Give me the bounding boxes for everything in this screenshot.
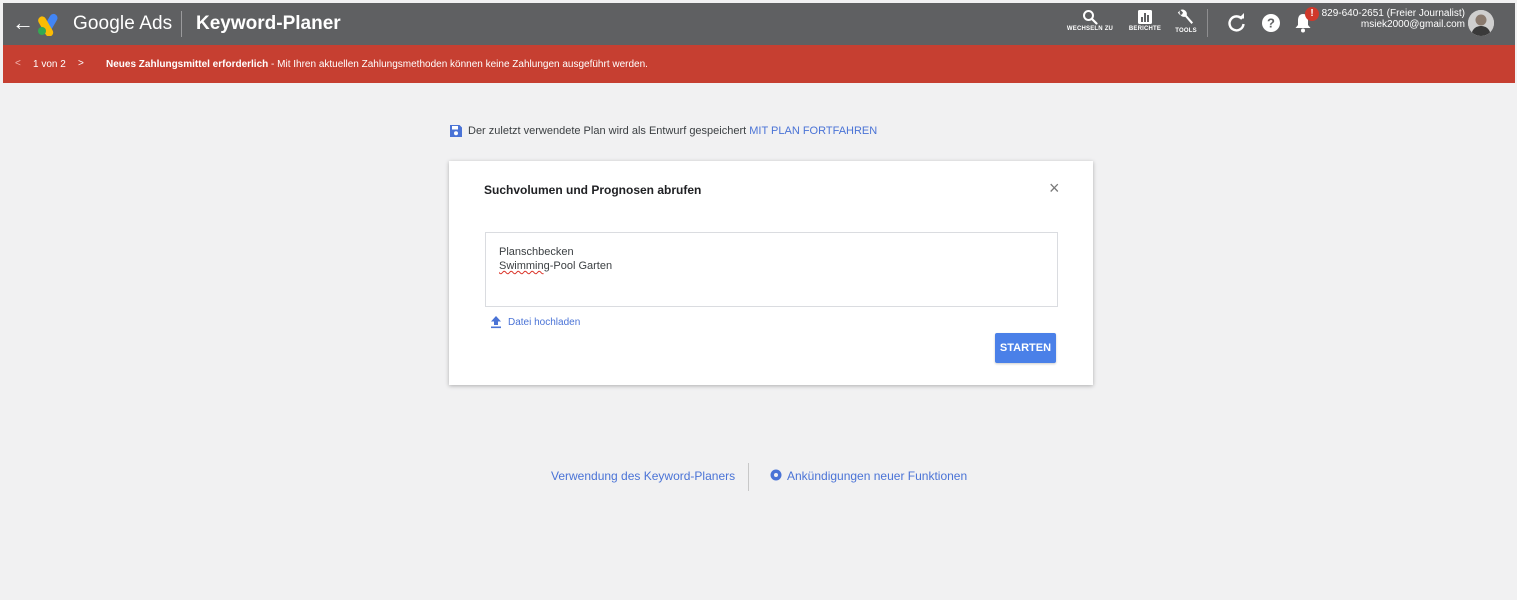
alert-next-button[interactable]: > (78, 58, 84, 69)
account-email: msiek2000@gmail.com (1360, 19, 1465, 30)
alert-title: Neues Zahlungsmittel erforderlich (106, 59, 269, 70)
payment-alert-banner: < 1 von 2 > Neues Zahlungsmittel erforde… (3, 45, 1515, 83)
alert-pager: 1 von 2 (33, 59, 66, 70)
switch-to-label: WECHSELN ZU (1066, 26, 1114, 32)
search-icon (1083, 10, 1098, 25)
divider (181, 11, 182, 37)
draft-notice-text: Der zuletzt verwendete Plan wird als Ent… (468, 125, 747, 137)
avatar-photo (1468, 10, 1494, 36)
bar-chart-icon (1138, 10, 1152, 24)
upload-label: Datei hochladen (508, 317, 581, 328)
divider (748, 463, 749, 491)
keywords-textarea[interactable]: Planschbecken Swimming-Pool Garten (485, 232, 1058, 307)
switch-to-button[interactable]: WECHSELN ZU (1060, 7, 1120, 32)
help-icon[interactable]: ? (1259, 11, 1283, 35)
search-volume-card: Suchvolumen und Prognosen abrufen × Plan… (449, 161, 1093, 385)
alert-text: - Mit Ihren aktuellen Zahlungsmethoden k… (268, 59, 648, 70)
alert-message[interactable]: Neues Zahlungsmittel erforderlich - Mit … (106, 59, 648, 70)
close-icon[interactable]: × (1049, 179, 1060, 197)
keyword-line: Swimming-Pool Garten (499, 260, 612, 272)
keyword-rest: -Pool Garten (549, 260, 613, 272)
continue-plan-link[interactable]: MIT PLAN FORTFAHREN (749, 125, 877, 137)
new-features-label: Ankündigungen neuer Funktionen (787, 469, 968, 483)
page-title: Keyword-Planer (196, 13, 341, 34)
alert-prev-button[interactable]: < (15, 58, 21, 69)
how-to-use-link[interactable]: Verwendung des Keyword-Planers (551, 469, 735, 483)
google-ads-logo (38, 13, 58, 36)
keyword-line: Planschbecken (499, 246, 574, 258)
account-customer-id: 829-640-2651 (Freier Journalist) (1321, 8, 1465, 19)
misspelled-word: Swimming (499, 260, 550, 272)
gear-icon (770, 469, 782, 481)
card-title: Suchvolumen und Prognosen abrufen (484, 183, 702, 197)
save-icon (450, 125, 462, 137)
start-button[interactable]: STARTEN (995, 333, 1056, 363)
avatar[interactable] (1468, 10, 1494, 36)
new-features-link[interactable]: Ankündigungen neuer Funktionen (770, 469, 967, 483)
notification-badge: ! (1305, 7, 1319, 21)
arrow-left-icon[interactable]: ← (12, 10, 34, 36)
upload-icon (491, 316, 501, 329)
top-app-bar: ← Google Ads Keyword-Planer WECHSELN ZU … (3, 3, 1515, 45)
divider (1207, 9, 1208, 37)
refresh-icon[interactable] (1225, 11, 1249, 35)
wrench-icon (1177, 9, 1193, 24)
brand-name[interactable]: Google Ads (73, 13, 172, 35)
app-window: ← Google Ads Keyword-Planer WECHSELN ZU … (3, 3, 1515, 600)
svg-text:?: ? (1267, 16, 1275, 31)
account-info[interactable]: 829-640-2651 (Freier Journalist) msiek20… (1322, 8, 1465, 30)
